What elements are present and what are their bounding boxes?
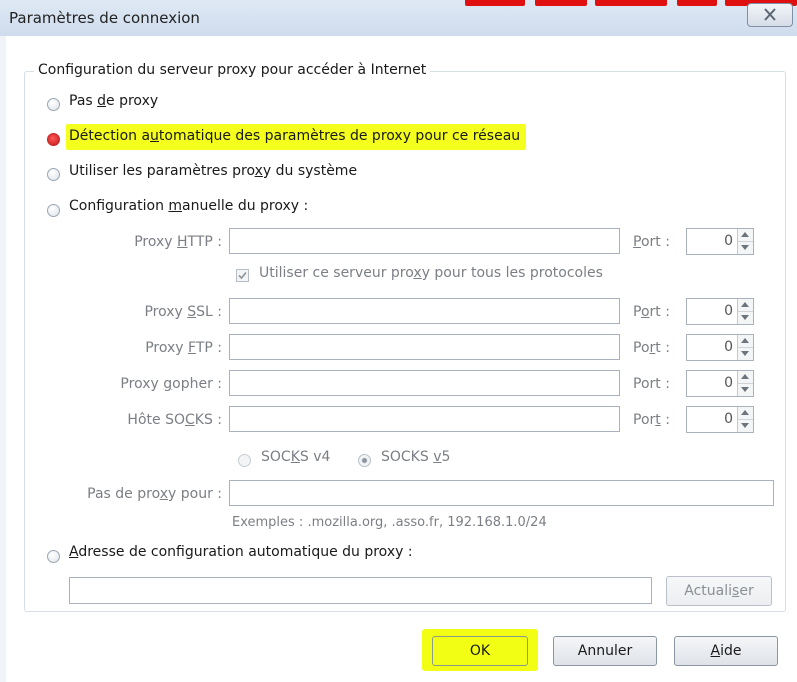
spin-down-icon[interactable]: [738, 312, 753, 324]
ftp-port-label: Port :: [633, 340, 670, 356]
ssl-port-stepper[interactable]: 0: [686, 298, 754, 325]
socks-v5-label: SOCKS v5: [381, 449, 451, 465]
ftp-proxy-label: Proxy FTP :: [145, 340, 222, 356]
ftp-port-stepper[interactable]: 0: [686, 334, 754, 361]
radio-auto-detect[interactable]: [47, 133, 60, 146]
socks-host-input[interactable]: [229, 406, 620, 432]
spin-up-icon[interactable]: [738, 371, 753, 384]
group-legend: Configuration du serveur proxy pour accé…: [34, 62, 431, 78]
http-port-label: Port :: [633, 234, 670, 250]
checkmark-icon: [238, 271, 247, 280]
help-button[interactable]: Aide: [674, 636, 778, 666]
manual-proxy-label[interactable]: Configuration manuelle du proxy :: [69, 198, 308, 214]
ssl-port-label: Port :: [633, 304, 670, 320]
no-proxy-label[interactable]: Pas de proxy: [69, 93, 158, 109]
socks-port-label: Port :: [633, 412, 670, 428]
use-for-all-label: Utiliser ce serveur proxy pour tous les …: [259, 265, 603, 281]
spin-up-icon[interactable]: [738, 229, 753, 242]
spin-up-icon[interactable]: [738, 335, 753, 348]
gopher-port-stepper[interactable]: 0: [686, 370, 754, 397]
socks-v4-label: SOCKS v4: [261, 449, 331, 465]
gopher-port-label: Port :: [633, 376, 670, 392]
no-proxy-for-input[interactable]: [229, 480, 774, 506]
spin-down-icon[interactable]: [738, 242, 753, 254]
http-port-stepper[interactable]: 0: [686, 228, 754, 255]
ssl-proxy-label: Proxy SSL :: [144, 304, 222, 320]
spin-down-icon[interactable]: [738, 384, 753, 396]
radio-auto-config-url[interactable]: [47, 550, 60, 563]
examples-hint: Exemples : .mozilla.org, .asso.fr, 192.1…: [232, 515, 547, 530]
ftp-proxy-input[interactable]: [229, 334, 620, 360]
auto-config-url-label[interactable]: Adresse de configuration automatique du …: [69, 544, 413, 560]
spin-up-icon[interactable]: [738, 407, 753, 420]
radio-no-proxy[interactable]: [47, 98, 60, 111]
auto-config-url-input[interactable]: [69, 577, 652, 604]
auto-detect-label[interactable]: Détection automatique des paramètres de …: [66, 124, 527, 150]
spin-down-icon[interactable]: [738, 348, 753, 360]
spin-down-icon[interactable]: [738, 420, 753, 432]
radio-socks-v5[interactable]: [358, 454, 371, 467]
close-icon: [764, 8, 776, 21]
ssl-proxy-input[interactable]: [229, 298, 620, 324]
ok-button[interactable]: OK: [432, 636, 528, 666]
radio-system-proxy[interactable]: [47, 168, 60, 181]
cancel-button[interactable]: Annuler: [553, 636, 657, 666]
no-proxy-for-label: Pas de proxy pour :: [87, 486, 222, 502]
system-proxy-label[interactable]: Utiliser les paramètres proxy du système: [69, 163, 357, 179]
socks-port-stepper[interactable]: 0: [686, 406, 754, 433]
http-proxy-input[interactable]: [229, 228, 620, 254]
gopher-proxy-input[interactable]: [229, 370, 620, 396]
radio-socks-v4[interactable]: [238, 454, 251, 467]
close-button[interactable]: [747, 3, 793, 27]
use-for-all-checkbox[interactable]: [236, 269, 249, 282]
socks-host-label: Hôte SOCKS :: [127, 412, 222, 428]
window-title: Paramètres de connexion: [9, 9, 200, 27]
reload-button[interactable]: Actualiser: [666, 576, 772, 606]
radio-manual-proxy[interactable]: [47, 204, 60, 217]
http-proxy-label: Proxy HTTP :: [134, 234, 222, 250]
spin-up-icon[interactable]: [738, 299, 753, 312]
gopher-proxy-label: Proxy gopher :: [120, 376, 222, 392]
